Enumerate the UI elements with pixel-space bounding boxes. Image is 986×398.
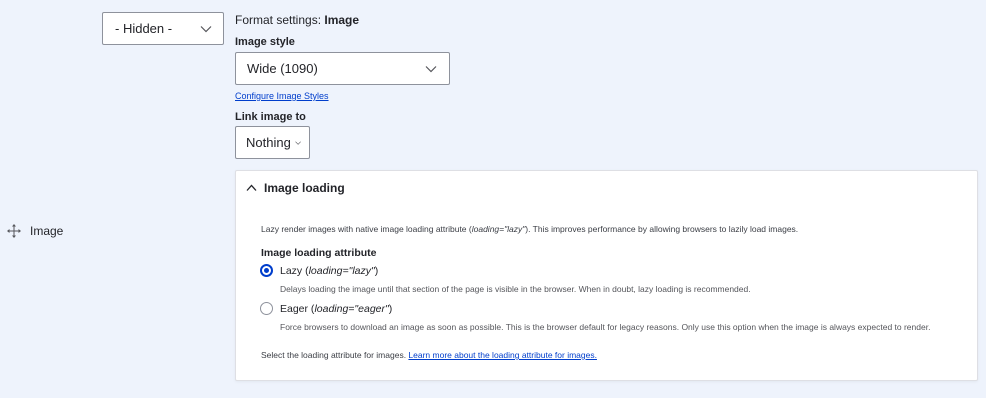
description-code: loading="lazy" bbox=[471, 224, 526, 234]
radio-button-lazy[interactable] bbox=[260, 264, 273, 277]
field-row-image: Image bbox=[6, 223, 63, 239]
configure-image-styles-link[interactable]: Configure Image Styles bbox=[235, 91, 329, 101]
radio-button-eager[interactable] bbox=[260, 302, 273, 315]
image-loading-footer-help: Select the loading attribute for images.… bbox=[261, 350, 597, 360]
image-style-value: Wide (1090) bbox=[247, 61, 318, 76]
image-loading-attribute-label: Image loading attribute bbox=[261, 247, 377, 259]
link-image-select[interactable]: Nothing bbox=[235, 126, 310, 159]
image-loading-description: Lazy render images with native image loa… bbox=[261, 224, 798, 234]
field-label: Image bbox=[30, 224, 64, 238]
radio-help-lazy: Delays loading the image until that sect… bbox=[280, 284, 751, 294]
learn-more-loading-link[interactable]: Learn more about the loading attribute f… bbox=[408, 350, 597, 360]
format-settings-prefix: Format settings: bbox=[235, 13, 325, 27]
link-image-label: Link image to bbox=[235, 111, 306, 123]
image-loading-summary-label: Image loading bbox=[264, 181, 345, 195]
image-style-label: Image style bbox=[235, 36, 295, 48]
region-select-value: - Hidden - bbox=[115, 21, 173, 36]
footer-help-text: Select the loading attribute for images. bbox=[261, 350, 409, 360]
radio-option-eager[interactable]: Eager (loading="eager") bbox=[260, 302, 392, 315]
link-image-value: Nothing bbox=[246, 135, 291, 150]
chevron-up-icon bbox=[246, 184, 257, 191]
description-text-end: ). This improves performance by allowing… bbox=[525, 224, 799, 234]
chevron-down-icon bbox=[425, 65, 437, 72]
region-select[interactable]: - Hidden - bbox=[102, 12, 224, 45]
description-text: Lazy render images with native image loa… bbox=[261, 224, 472, 234]
radio-option-lazy[interactable]: Lazy (loading="lazy") bbox=[260, 264, 378, 277]
image-style-select[interactable]: Wide (1090) bbox=[235, 52, 450, 85]
radio-help-eager: Force browsers to download an image as s… bbox=[280, 322, 931, 332]
image-loading-summary[interactable]: Image loading bbox=[246, 181, 345, 195]
drag-handle-icon[interactable] bbox=[6, 223, 22, 239]
format-settings-name: Image bbox=[324, 13, 360, 27]
radio-label-eager: Eager (loading="eager") bbox=[280, 302, 393, 315]
format-settings-title: Format settings: Image bbox=[235, 13, 359, 27]
chevron-down-icon bbox=[295, 140, 301, 145]
radio-label-lazy: Lazy (loading="lazy") bbox=[280, 264, 379, 277]
image-loading-details: Image loading Lazy render images with na… bbox=[235, 170, 978, 381]
chevron-down-icon bbox=[200, 25, 212, 32]
